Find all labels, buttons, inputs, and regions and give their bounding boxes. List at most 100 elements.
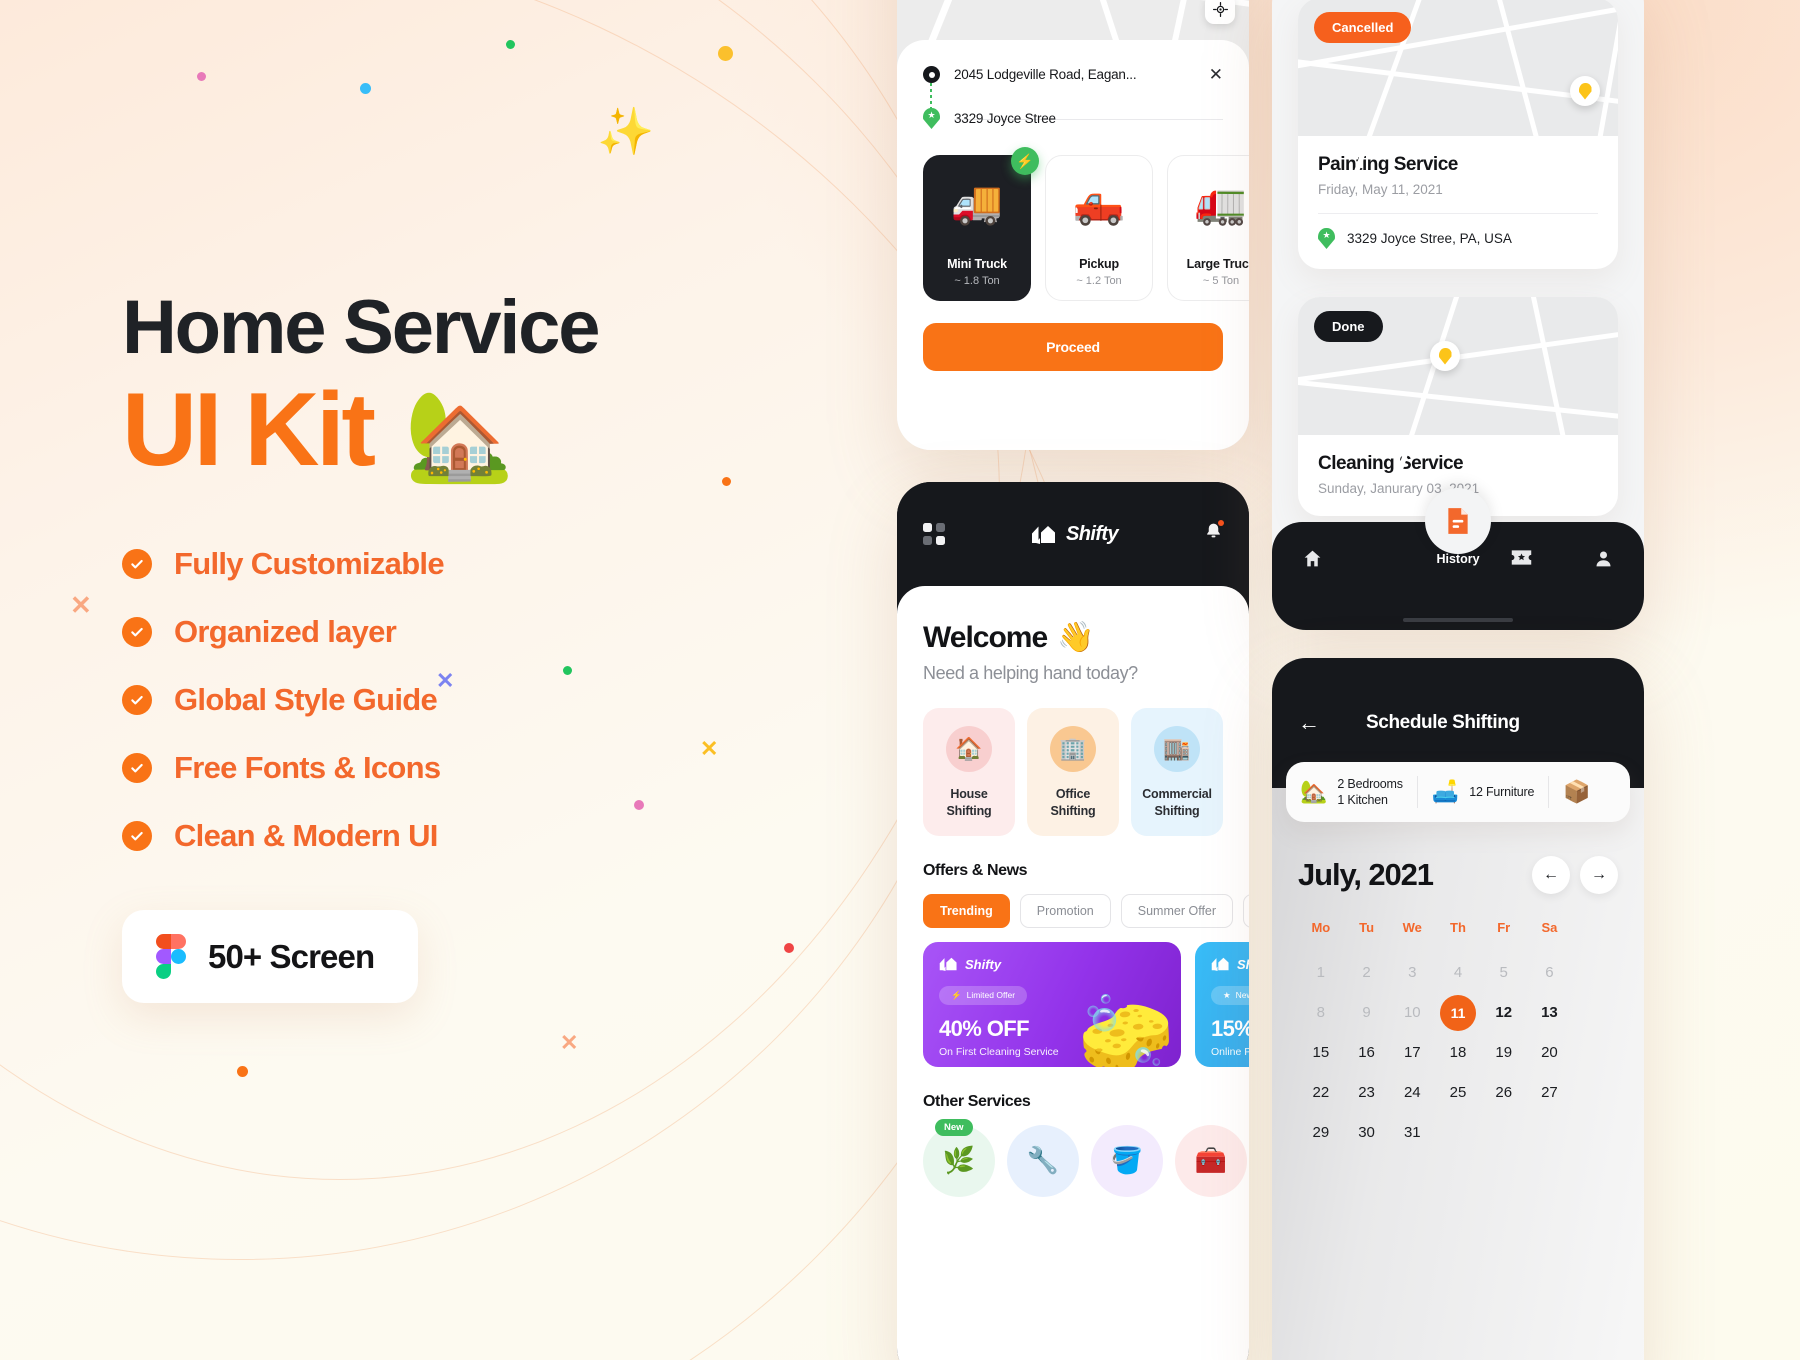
calendar-day[interactable]: 19 <box>1481 1033 1527 1073</box>
calendar-day[interactable]: 15 <box>1298 1033 1344 1073</box>
calendar-next-button[interactable]: → <box>1580 856 1618 894</box>
dow-label: Mo <box>1311 920 1331 935</box>
shifty-house-icon <box>1032 525 1056 544</box>
calendar-week-row: 22 23 24 25 26 27 <box>1298 1073 1618 1113</box>
chip-new[interactable]: New <box>1243 893 1249 928</box>
vehicle-image: 🚛 <box>1194 179 1248 226</box>
calendar-day[interactable]: 29 <box>1298 1113 1344 1153</box>
feature-label: Clean & Modern UI <box>174 818 438 854</box>
calendar-day[interactable]: 3 <box>1389 953 1435 993</box>
promo-card-40-off[interactable]: Shifty ⚡ Limited Offer 40% OFF On First … <box>923 941 1181 1067</box>
vehicle-card-mini-truck[interactable]: ⚡ 🚚 Mini Truck ~ 1.8 Ton <box>923 147 1039 301</box>
summary-item-furniture[interactable]: 🛋️ 12 Furniture <box>1416 776 1548 808</box>
hero-panel: Home Service UI Kit 🏡 Fully Customizable… <box>0 0 900 1360</box>
calendar-day[interactable]: 23 <box>1344 1073 1390 1113</box>
vehicle-card-pickup[interactable]: 🛻 Pickup ~ 1.2 Ton <box>1045 155 1153 301</box>
commercial-building-icon: 🏬 <box>1154 726 1200 772</box>
calendar-day[interactable]: 16 <box>1344 1033 1390 1073</box>
other-service-item[interactable]: New 🌿 <box>923 1118 995 1197</box>
destination-address-row[interactable]: 3329 Joyce Stree <box>923 108 1223 129</box>
calendar-day[interactable]: 30 <box>1344 1113 1390 1153</box>
nav-fab-history[interactable] <box>1425 488 1491 554</box>
wrench-icon: 🔧 <box>1026 1145 1060 1176</box>
calendar-day <box>1527 1113 1573 1153</box>
calendar-day[interactable]: 10 <box>1389 993 1435 1033</box>
check-circle-icon <box>122 753 152 784</box>
calendar-day[interactable]: 17 <box>1389 1033 1435 1073</box>
nav-item-tickets[interactable] <box>1510 548 1533 573</box>
title-row-2: UI Kit 🏡 <box>122 376 900 484</box>
calendar-day[interactable]: 24 <box>1389 1073 1435 1113</box>
service-card-office-shifting[interactable]: 🏢 Office Shifting <box>1027 708 1119 836</box>
promo-card-15-off[interactable]: Shifty ★ New User 15% OFF Online Payment <box>1195 941 1249 1067</box>
chip-summer-offer[interactable]: Summer Offer <box>1120 893 1234 928</box>
calendar-day[interactable]: 18 <box>1435 1033 1481 1073</box>
list-item: Free Fonts & Icons <box>122 750 900 786</box>
calendar-day[interactable]: 2 <box>1344 953 1390 993</box>
calendar-day[interactable]: 31 <box>1389 1113 1435 1153</box>
calendar-day[interactable]: 13 <box>1527 993 1573 1033</box>
list-item: Global Style Guide <box>122 682 900 718</box>
other-service-item[interactable]: 🧰 <box>1175 1124 1247 1197</box>
service-card-house-shifting[interactable]: 🏠 House Shifting <box>923 708 1015 836</box>
calendar-day[interactable]: 4 <box>1435 953 1481 993</box>
nav-item-home[interactable] <box>1302 548 1323 575</box>
summary-item-rooms[interactable]: 🏡 2 Bedrooms 1 Kitchen <box>1286 776 1417 808</box>
calendar-day[interactable]: 9 <box>1344 993 1390 1033</box>
other-services-row: New 🌿 🔧 🪣 🧰 <box>923 1118 1247 1197</box>
calendar-day[interactable]: 20 <box>1527 1033 1573 1073</box>
calendar-day-selected[interactable]: 11 <box>1435 993 1481 1033</box>
history-card-painting[interactable]: Cancelled Painting Service Friday, May 1… <box>1298 0 1618 269</box>
toolbox-icon: 🧰 <box>1194 1145 1228 1176</box>
calendar-nav: ← → <box>1532 856 1618 894</box>
calendar-prev-button[interactable]: ← <box>1532 856 1570 894</box>
history-card-cleaning[interactable]: Done Cleaning Service Sunday, Janurary 0… <box>1298 297 1618 516</box>
map-pin-icon <box>1430 341 1460 371</box>
history-card-body: Painting Service Friday, May 11, 2021 33… <box>1298 136 1618 269</box>
back-arrow-icon[interactable]: ← <box>1298 710 1320 736</box>
calendar-day[interactable]: 26 <box>1481 1073 1527 1113</box>
calendar-day[interactable]: 1 <box>1298 953 1344 993</box>
calendar-day[interactable]: 25 <box>1435 1073 1481 1113</box>
calendar-day[interactable]: 22 <box>1298 1073 1344 1113</box>
other-service-item[interactable]: 🔧 <box>1007 1124 1079 1197</box>
summary-item-boxes[interactable]: 📦 <box>1548 776 1604 808</box>
nav-item-profile[interactable] <box>1593 548 1614 575</box>
page-title: Schedule Shifting <box>1366 712 1520 733</box>
wave-emoji-icon: 👋 <box>1057 621 1094 654</box>
bolt-icon: ⚡ <box>951 989 962 1000</box>
other-service-item[interactable]: 🪣 <box>1091 1124 1163 1197</box>
notifications-button[interactable] <box>1204 520 1224 547</box>
proceed-button[interactable]: Proceed <box>923 323 1223 371</box>
calendar-day[interactable]: 27 <box>1527 1073 1573 1113</box>
calendar-week-row: 29 30 31 <box>1298 1113 1618 1153</box>
chip-promotion[interactable]: Promotion <box>1019 893 1111 928</box>
vehicle-card-large-truck[interactable]: 🚛 Large Truck ~ 5 Ton <box>1167 155 1249 301</box>
calendar-day[interactable]: 8 <box>1298 993 1344 1033</box>
service-card-commercial-shifting[interactable]: 🏬 Commercial Shifting <box>1131 708 1223 836</box>
vehicle-name: Large Truck <box>1186 257 1249 271</box>
shifty-house-icon <box>939 958 957 972</box>
crosshair-icon <box>1212 1 1228 17</box>
close-icon[interactable]: ✕ <box>1209 66 1223 83</box>
origin-address-row[interactable]: 2045 Lodgeville Road, Eagan... ✕ <box>923 66 1223 83</box>
feature-label: Global Style Guide <box>174 682 438 718</box>
locate-me-button[interactable] <box>1205 0 1235 24</box>
promo-brand-name: Shifty <box>965 956 1002 972</box>
dow-label: Th <box>1450 920 1466 935</box>
calendar-day[interactable]: 5 <box>1481 953 1527 993</box>
grid-menu-icon[interactable] <box>923 523 945 545</box>
service-label: House Shifting <box>946 787 992 818</box>
calendar-day[interactable]: 12 <box>1481 993 1527 1033</box>
check-circle-icon <box>122 685 152 716</box>
chip-trending[interactable]: Trending <box>923 893 1010 928</box>
calendar-week-row: 1 2 3 4 5 6 <box>1298 953 1618 993</box>
plant-icon: 🌿 <box>942 1145 976 1176</box>
status-badge: Cancelled <box>1314 12 1412 43</box>
calendar-day[interactable]: 6 <box>1527 953 1573 993</box>
origin-dot-icon <box>923 66 940 83</box>
service-date: Friday, May 11, 2021 <box>1318 182 1443 197</box>
service-label: Commercial Shifting <box>1142 787 1212 818</box>
welcome-heading: Welcome 👋 <box>923 620 1223 655</box>
star-icon: ★ <box>1223 989 1231 1000</box>
